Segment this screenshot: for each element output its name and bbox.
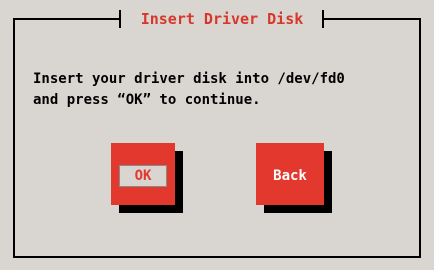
title-right-tee (322, 10, 324, 28)
back-button-label: Back (273, 168, 307, 184)
title-left-tee (119, 10, 121, 28)
message-line-1: Insert your driver disk into /dev/fd0 (33, 71, 345, 87)
ok-button[interactable]: OK (111, 143, 175, 205)
driver-disk-dialog: Insert Driver Disk Insert your driver di… (0, 0, 434, 270)
frame-right (419, 18, 421, 258)
frame-bottom (13, 256, 421, 258)
message-line-2: and press “OK” to continue. (33, 92, 261, 108)
dialog-message: Insert your driver disk into /dev/fd0 an… (33, 69, 345, 111)
back-button[interactable]: Back (256, 143, 324, 205)
frame-top-right (322, 18, 421, 20)
ok-button-label: OK (134, 168, 152, 184)
frame-left (13, 18, 15, 258)
ok-button-focus-box: OK (119, 165, 167, 187)
dialog-title: Insert Driver Disk (130, 9, 314, 29)
frame-top-left (13, 18, 121, 20)
